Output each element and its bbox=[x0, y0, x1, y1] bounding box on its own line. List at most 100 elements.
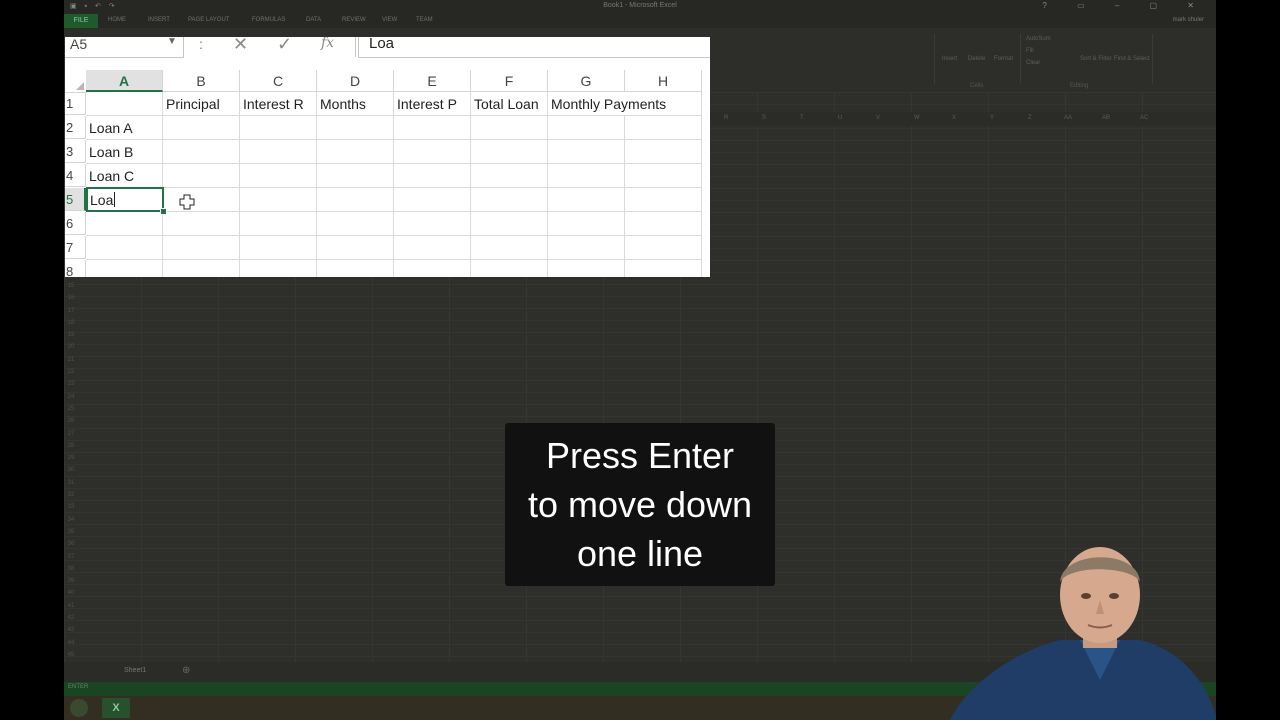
column-header[interactable]: Z bbox=[1028, 115, 1032, 121]
start-button[interactable] bbox=[70, 699, 88, 717]
tab-page-layout[interactable]: PAGE LAYOUT bbox=[188, 17, 229, 23]
column-header-h[interactable]: H bbox=[625, 70, 702, 92]
cancel-icon[interactable]: ✕ bbox=[233, 37, 248, 55]
cell[interactable] bbox=[394, 116, 471, 140]
cell[interactable] bbox=[163, 164, 240, 188]
row-header-5[interactable]: 5 bbox=[65, 188, 86, 211]
sort-filter-button[interactable]: Sort & Filter bbox=[1080, 56, 1112, 62]
chevron-down-icon[interactable]: ▼ bbox=[167, 37, 177, 47]
fill-button[interactable]: Fill bbox=[1026, 48, 1034, 54]
row-header-1[interactable]: 1 bbox=[65, 92, 86, 115]
cell[interactable] bbox=[625, 188, 702, 212]
delete-button[interactable]: Delete bbox=[968, 56, 985, 62]
cell[interactable] bbox=[471, 236, 548, 260]
cell[interactable] bbox=[163, 260, 240, 277]
cell[interactable] bbox=[625, 116, 702, 140]
cell[interactable] bbox=[548, 212, 625, 236]
cell[interactable] bbox=[394, 140, 471, 164]
cell[interactable] bbox=[317, 236, 394, 260]
cell[interactable] bbox=[548, 116, 625, 140]
column-header-b[interactable]: B bbox=[163, 70, 240, 92]
clear-button[interactable]: Clear bbox=[1026, 60, 1040, 66]
format-button[interactable]: Format bbox=[994, 56, 1013, 62]
tab-insert[interactable]: INSERT bbox=[148, 17, 170, 23]
column-header[interactable]: R bbox=[724, 115, 728, 121]
name-box[interactable]: A5 ▼ bbox=[65, 37, 184, 58]
column-header-e[interactable]: E bbox=[394, 70, 471, 92]
worksheet-grid[interactable]: A B C D E F G H 1 2 3 4 5 6 7 8 Principa… bbox=[65, 70, 710, 277]
cell[interactable] bbox=[317, 164, 394, 188]
cell[interactable] bbox=[471, 140, 548, 164]
cell-b1[interactable]: Principal bbox=[163, 92, 240, 116]
cell[interactable] bbox=[240, 140, 317, 164]
cell[interactable] bbox=[240, 260, 317, 277]
row-header-4[interactable]: 4 bbox=[65, 164, 86, 187]
column-header[interactable]: V bbox=[876, 115, 880, 121]
column-header[interactable]: Y bbox=[990, 115, 994, 121]
cell[interactable] bbox=[625, 140, 702, 164]
cell[interactable] bbox=[548, 188, 625, 212]
cell-a4[interactable]: Loan C bbox=[86, 164, 163, 188]
select-all-button[interactable] bbox=[65, 70, 87, 93]
cell-a1[interactable] bbox=[86, 92, 163, 116]
cell[interactable] bbox=[240, 212, 317, 236]
cell[interactable] bbox=[317, 212, 394, 236]
cell-g1[interactable]: Monthly Payments bbox=[548, 92, 702, 116]
excel-taskbar-icon[interactable]: X bbox=[102, 698, 130, 718]
user-name[interactable]: mark shuler bbox=[1173, 17, 1204, 23]
cell[interactable] bbox=[548, 164, 625, 188]
column-header[interactable]: AC bbox=[1140, 115, 1148, 121]
row-header-8[interactable]: 8 bbox=[65, 260, 86, 277]
insert-function-icon[interactable]: fx bbox=[321, 37, 334, 51]
cell[interactable] bbox=[240, 236, 317, 260]
cell[interactable] bbox=[240, 116, 317, 140]
cell[interactable] bbox=[625, 212, 702, 236]
tab-data[interactable]: DATA bbox=[306, 17, 321, 23]
cell[interactable] bbox=[548, 260, 625, 277]
cell-a2[interactable]: Loan A bbox=[86, 116, 163, 140]
cell[interactable] bbox=[317, 260, 394, 277]
formula-input[interactable]: Loa bbox=[358, 37, 710, 58]
cell[interactable] bbox=[471, 116, 548, 140]
cell[interactable] bbox=[86, 236, 163, 260]
cell[interactable] bbox=[240, 164, 317, 188]
checkmark-icon[interactable]: ✓ bbox=[277, 37, 292, 55]
cell[interactable] bbox=[86, 212, 163, 236]
cell[interactable] bbox=[317, 140, 394, 164]
cell[interactable] bbox=[86, 260, 163, 277]
cell[interactable] bbox=[394, 164, 471, 188]
cell[interactable] bbox=[471, 212, 548, 236]
cell-d1[interactable]: Months bbox=[317, 92, 394, 116]
column-header-d[interactable]: D bbox=[317, 70, 394, 92]
row-header-3[interactable]: 3 bbox=[65, 140, 86, 163]
cell[interactable] bbox=[317, 116, 394, 140]
tab-view[interactable]: VIEW bbox=[382, 17, 397, 23]
cell[interactable] bbox=[471, 188, 548, 212]
tab-formulas[interactable]: FORMULAS bbox=[252, 17, 285, 23]
column-header[interactable]: U bbox=[838, 115, 842, 121]
cell[interactable] bbox=[625, 260, 702, 277]
cell[interactable] bbox=[394, 188, 471, 212]
cell[interactable] bbox=[471, 164, 548, 188]
autosum-button[interactable]: AutoSum bbox=[1026, 36, 1051, 42]
fill-handle[interactable] bbox=[160, 208, 167, 215]
column-header-f[interactable]: F bbox=[471, 70, 548, 92]
cell[interactable] bbox=[394, 236, 471, 260]
column-header[interactable]: AA bbox=[1064, 115, 1072, 121]
cell-e1[interactable]: Interest P bbox=[394, 92, 471, 116]
find-select-button[interactable]: Find & Select bbox=[1114, 56, 1150, 62]
cell[interactable] bbox=[163, 212, 240, 236]
cell[interactable] bbox=[548, 140, 625, 164]
column-header[interactable]: T bbox=[800, 115, 804, 121]
cell-a3[interactable]: Loan B bbox=[86, 140, 163, 164]
tab-home[interactable]: HOME bbox=[108, 17, 126, 23]
column-header[interactable]: W bbox=[914, 115, 920, 121]
column-header-g[interactable]: G bbox=[548, 70, 625, 92]
cell[interactable] bbox=[163, 140, 240, 164]
row-header-2[interactable]: 2 bbox=[65, 116, 86, 139]
active-cell-a5[interactable]: Loa bbox=[86, 187, 164, 212]
row-header-7[interactable]: 7 bbox=[65, 236, 86, 259]
tab-team[interactable]: TEAM bbox=[416, 17, 433, 23]
column-header[interactable]: AB bbox=[1102, 115, 1110, 121]
column-header[interactable]: S bbox=[762, 115, 766, 121]
